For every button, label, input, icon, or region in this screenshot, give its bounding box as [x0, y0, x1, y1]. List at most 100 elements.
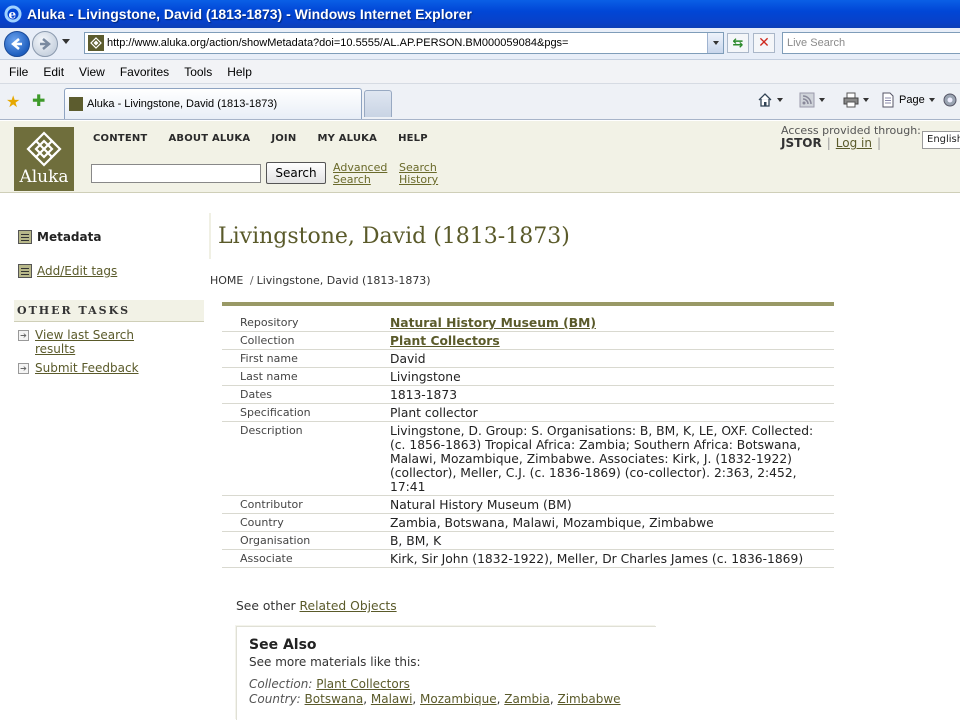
search-history-link[interactable]: Search History — [399, 162, 438, 186]
menu-bar: File Edit View Favorites Tools Help — [0, 60, 960, 84]
task-line2: results — [35, 342, 76, 356]
country-link-botswana[interactable]: Botswana — [305, 692, 364, 706]
login-link[interactable]: Log in — [836, 136, 872, 150]
field-value: Natural History Museum (BM) — [390, 314, 834, 332]
field-label: Description — [222, 421, 390, 496]
menu-tools[interactable]: Tools — [184, 65, 212, 79]
recent-pages-dropdown[interactable] — [62, 39, 70, 44]
collection-label: Collection: — [249, 677, 313, 691]
sidebar-item-add-edit-tags[interactable]: Add/Edit tags — [18, 264, 117, 278]
country-link-mozambique[interactable]: Mozambique — [420, 692, 497, 706]
menu-favorites[interactable]: Favorites — [120, 65, 169, 79]
nav-help[interactable]: HELP — [398, 133, 428, 144]
collection-link[interactable]: Plant Collectors — [316, 677, 410, 691]
page-title: Livingstone, David (1813-1873) — [218, 224, 570, 249]
table-row: Dates 1813-1873 — [222, 385, 834, 404]
task-view-last-search[interactable]: ➔ View last Search results — [18, 328, 134, 356]
field-label: First name — [222, 349, 390, 368]
new-tab-button[interactable] — [364, 90, 392, 117]
page-menu-button[interactable]: Page — [880, 92, 935, 108]
live-search-input[interactable]: Live Search — [782, 32, 960, 54]
field-value-link[interactable]: Plant Collectors — [390, 334, 500, 348]
add-favorites-icon[interactable]: ✚ — [32, 91, 45, 110]
home-button[interactable] — [757, 92, 783, 108]
language-select[interactable]: English — [922, 131, 960, 149]
submit-feedback-link[interactable]: Submit Feedback — [35, 361, 139, 375]
svg-text:e: e — [9, 8, 17, 22]
refresh-button[interactable]: ⇆ — [727, 33, 749, 53]
nav-about-aluka[interactable]: ABOUT ALUKA — [168, 133, 250, 144]
tab-aluka[interactable]: Aluka - Livingstone, David (1813-1873) — [64, 88, 362, 119]
task-line1: View last Search — [35, 328, 134, 342]
advanced-search-link[interactable]: Advanced Search — [333, 162, 387, 186]
forward-button[interactable] — [32, 31, 58, 57]
arrow-right-icon — [40, 38, 51, 50]
field-label: Organisation — [222, 531, 390, 550]
breadcrumb-home[interactable]: HOME — [210, 274, 243, 287]
related-prefix: See other — [236, 599, 296, 613]
table-row: Description Livingstone, D. Group: S. Org… — [222, 421, 834, 496]
field-value: Kirk, Sir John (1832-1922), Meller, Dr C… — [390, 549, 834, 568]
country-link-zimbabwe[interactable]: Zimbabwe — [558, 692, 621, 706]
metadata-table: Repository Natural History Museum (BM) Col… — [222, 314, 834, 568]
window-title-bar[interactable]: e Aluka - Livingstone, David (1813-1873)… — [0, 0, 960, 28]
menu-edit[interactable]: Edit — [43, 65, 64, 79]
field-value: Zambia, Botswana, Malawi, Mozambique, Zi… — [390, 513, 834, 532]
table-row: Last name Livingstone — [222, 367, 834, 386]
view-last-search-link[interactable]: View last Search results — [35, 328, 134, 356]
address-url[interactable]: http://www.aluka.org/action/showMetadata… — [107, 37, 568, 49]
site-favicon — [88, 35, 104, 51]
menu-view[interactable]: View — [79, 65, 105, 79]
menu-help[interactable]: Help — [227, 65, 252, 79]
see-also-title: See Also — [249, 637, 317, 653]
add-edit-tags-link[interactable]: Add/Edit tags — [37, 264, 117, 278]
table-row: Collection Plant Collectors — [222, 331, 834, 350]
field-value-link[interactable]: Natural History Museum (BM) — [390, 316, 596, 330]
print-button[interactable] — [843, 92, 869, 108]
field-value: Plant Collectors — [390, 331, 834, 350]
field-value: Plant collector — [390, 403, 834, 422]
table-row: Associate Kirk, Sir John (1832-1922), Mel… — [222, 549, 834, 568]
address-bar[interactable]: http://www.aluka.org/action/showMetadata… — [84, 32, 724, 54]
page-menu-label: Page — [899, 94, 925, 106]
nav-content[interactable]: CONTENT — [93, 133, 147, 144]
close-icon: ✕ — [758, 35, 770, 51]
search-button[interactable]: Search — [266, 162, 326, 184]
address-dropdown-button[interactable] — [707, 33, 723, 53]
arrow-right-icon: ➔ — [18, 330, 29, 341]
aluka-logo[interactable]: Aluka — [14, 127, 74, 191]
back-button[interactable] — [4, 31, 30, 57]
related-objects: See other Related Objects — [236, 599, 397, 613]
metadata-panel: Repository Natural History Museum (BM) Col… — [222, 302, 834, 568]
tab-title: Aluka - Livingstone, David (1813-1873) — [87, 98, 278, 110]
sidebar-item-metadata[interactable]: Metadata — [18, 230, 101, 244]
tools-button[interactable] — [942, 92, 958, 108]
country-link-zambia[interactable]: Zambia — [504, 692, 550, 706]
stop-button[interactable]: ✕ — [753, 33, 775, 53]
menu-file[interactable]: File — [9, 65, 28, 79]
arrow-left-icon — [11, 38, 22, 50]
table-row: First name David — [222, 349, 834, 368]
search-input[interactable] — [91, 164, 261, 183]
field-value: B, BM, K — [390, 531, 834, 550]
rss-feed-icon — [799, 92, 815, 108]
refresh-icon: ⇆ — [732, 35, 744, 51]
feeds-button[interactable] — [799, 92, 825, 108]
table-row: Contributor Natural History Museum (BM) — [222, 495, 834, 514]
access-provider: JSTOR | Log in | — [781, 136, 882, 150]
field-label: Collection — [222, 331, 390, 350]
nav-my-aluka[interactable]: MY ALUKA — [317, 133, 377, 144]
table-row: Specification Plant collector — [222, 403, 834, 422]
home-icon — [758, 93, 772, 107]
country-link-malawi[interactable]: Malawi — [371, 692, 413, 706]
task-submit-feedback[interactable]: ➔ Submit Feedback — [18, 361, 139, 375]
see-also-subtitle: See more materials like this: — [249, 655, 421, 669]
document-icon — [18, 230, 32, 244]
sidebar-metadata-label: Metadata — [37, 230, 102, 244]
favorites-star-icon[interactable]: ★ — [6, 92, 20, 111]
tag-list-icon — [18, 264, 32, 278]
related-objects-link[interactable]: Related Objects — [300, 599, 397, 613]
field-label: Specification — [222, 403, 390, 422]
see-also-panel: See Also See more materials like this: C… — [236, 626, 656, 720]
nav-join[interactable]: JOIN — [271, 133, 296, 144]
